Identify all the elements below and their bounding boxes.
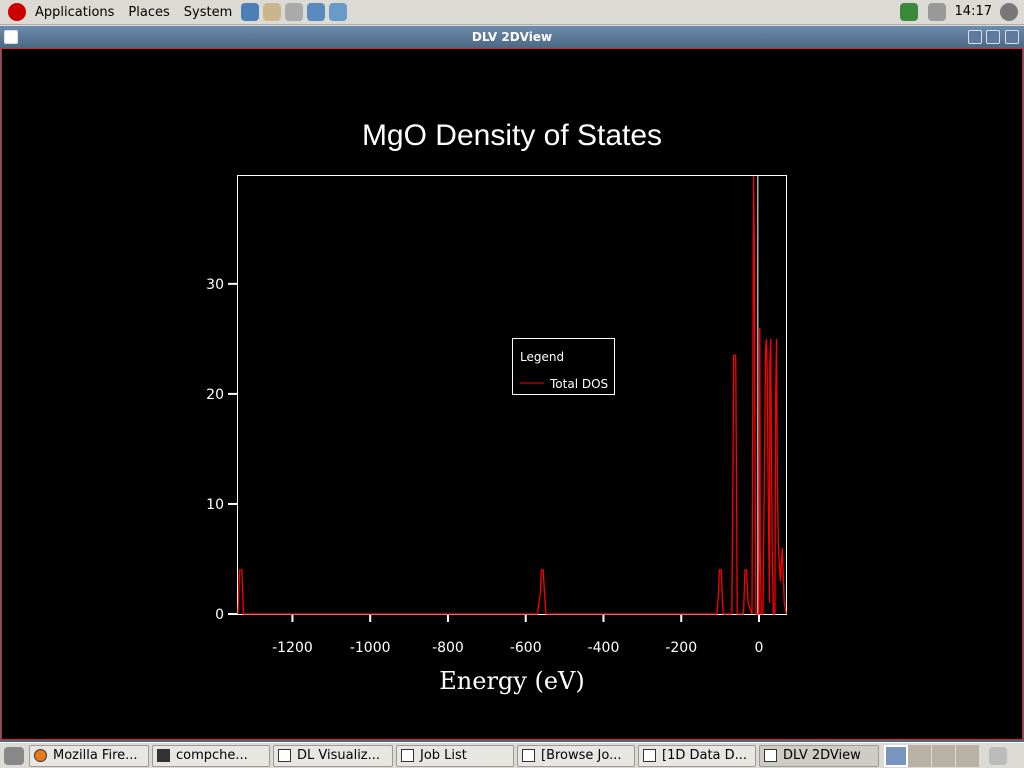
window-title: DLV 2DView xyxy=(471,30,553,44)
writer-launcher-icon[interactable] xyxy=(285,3,304,21)
task-label: Mozilla Fire... xyxy=(53,748,138,763)
show-desktop-icon[interactable] xyxy=(4,746,24,765)
x-tick-label: -600 xyxy=(510,640,542,656)
browser-launcher-icon[interactable] xyxy=(241,3,260,21)
dos-chart: MgO Density of States -1200 -1000 -800 -600… xyxy=(206,119,787,695)
x-tick-label: -800 xyxy=(432,640,464,656)
task-label: DLV 2DView xyxy=(783,748,861,763)
menu-applications[interactable]: Applications xyxy=(28,5,121,20)
workspace-1[interactable] xyxy=(884,744,908,767)
x-tick-label: -1200 xyxy=(272,640,313,656)
window-icon xyxy=(764,749,777,762)
legend-title: Legend xyxy=(520,350,564,364)
window-menu-icon[interactable] xyxy=(4,30,18,44)
window-icon xyxy=(278,749,291,762)
y-tick-label: 0 xyxy=(215,607,224,623)
plot-canvas[interactable]: MgO Density of States -1200 -1000 -800 -600… xyxy=(1,48,1023,740)
window-icon xyxy=(643,749,656,762)
y-tick-label: 30 xyxy=(206,277,224,293)
network-icon[interactable] xyxy=(928,3,946,21)
maximize-button[interactable] xyxy=(986,30,1000,44)
x-tick-label: 0 xyxy=(755,640,764,656)
task-job-list[interactable]: Job List xyxy=(396,744,514,767)
workspace-switcher xyxy=(884,744,980,767)
terminal-icon xyxy=(157,749,170,762)
menu-system[interactable]: System xyxy=(177,5,239,20)
task-label: DL Visualiz... xyxy=(297,748,381,763)
task-label: Job List xyxy=(420,748,467,763)
window-icon xyxy=(522,749,535,762)
minimize-button[interactable] xyxy=(968,30,982,44)
menu-places[interactable]: Places xyxy=(121,5,176,20)
y-tick-label: 20 xyxy=(206,387,224,403)
task-1d-data[interactable]: [1D Data D... xyxy=(638,744,756,767)
trash-icon[interactable] xyxy=(989,746,1007,765)
task-label: [Browse Jo... xyxy=(541,748,622,763)
update-notifier-icon[interactable] xyxy=(900,3,918,21)
x-tick-label: -400 xyxy=(588,640,620,656)
task-label: compche... xyxy=(176,748,248,763)
legend: Legend Total DOS xyxy=(512,338,615,395)
x-tick-label: -200 xyxy=(665,640,697,656)
chart-title: MgO Density of States xyxy=(362,119,662,152)
task-dlv-2dview[interactable]: DLV 2DView xyxy=(759,744,879,767)
impress-launcher-icon[interactable] xyxy=(307,3,326,21)
legend-entry: Total DOS xyxy=(549,377,608,391)
firefox-icon xyxy=(34,749,47,762)
workspace-4[interactable] xyxy=(956,744,980,767)
y-tick-label: 10 xyxy=(206,497,224,513)
task-terminal[interactable]: compche... xyxy=(152,744,270,767)
title-bar[interactable]: DLV 2DView xyxy=(0,26,1024,48)
task-firefox[interactable]: Mozilla Fire... xyxy=(29,744,149,767)
x-axis-label: Energy (eV) xyxy=(439,667,584,695)
mail-launcher-icon[interactable] xyxy=(263,3,282,21)
x-tick-label: -1000 xyxy=(350,640,391,656)
dlv-2dview-window: DLV 2DView MgO Density of States -1200 -1… xyxy=(0,26,1024,742)
calc-launcher-icon[interactable] xyxy=(329,3,348,21)
top-panel: Applications Places System 14:17 xyxy=(0,0,1024,25)
window-icon xyxy=(401,749,414,762)
workspace-3[interactable] xyxy=(932,744,956,767)
bottom-panel: Mozilla Fire... compche... DL Visualiz..… xyxy=(0,742,1024,768)
clock[interactable]: 14:17 xyxy=(955,4,992,19)
volume-icon[interactable] xyxy=(1000,3,1018,21)
task-label: [1D Data D... xyxy=(662,748,748,763)
task-browse-jobs[interactable]: [Browse Jo... xyxy=(517,744,635,767)
close-button[interactable] xyxy=(1005,30,1019,44)
workspace-2[interactable] xyxy=(908,744,932,767)
task-dl-visualizer[interactable]: DL Visualiz... xyxy=(273,744,393,767)
redhat-icon[interactable] xyxy=(8,3,26,21)
